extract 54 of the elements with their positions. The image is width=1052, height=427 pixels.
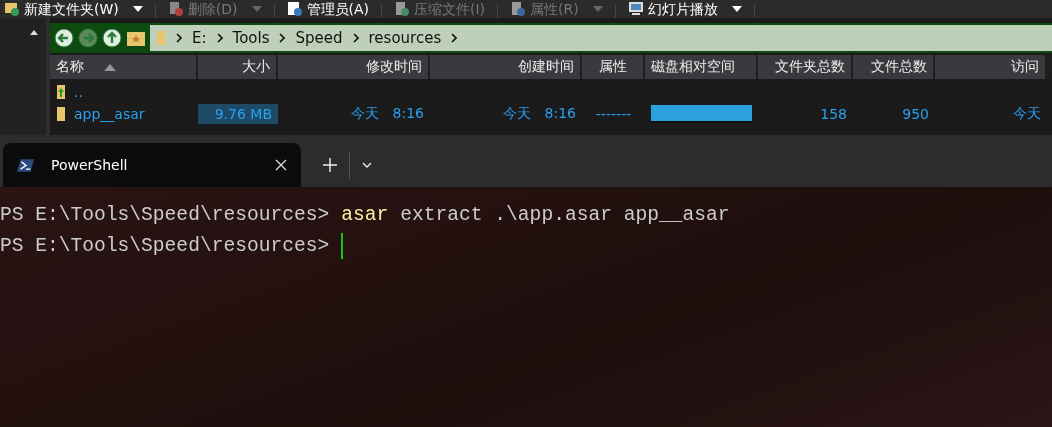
column-header[interactable]: 名称 xyxy=(50,55,198,79)
caret-icon xyxy=(251,6,262,12)
address-field[interactable]: E: Tools Speed resources xyxy=(150,25,1052,51)
command-arguments: extract .\app.asar app__asar xyxy=(400,203,730,226)
column-header[interactable]: 文件夹总数 xyxy=(758,55,853,79)
chevron-icon[interactable] xyxy=(176,33,182,43)
terminal-tab[interactable]: PowerShell xyxy=(3,143,301,187)
scroll-up-icon[interactable] xyxy=(30,30,38,35)
toolbar-button[interactable]: 幻灯片播放 xyxy=(623,0,746,18)
column-header[interactable]: 磁盘相对空间 xyxy=(645,55,758,79)
chevron-icon[interactable] xyxy=(451,33,458,43)
new-tab-icon[interactable] xyxy=(323,158,337,172)
folder-icon xyxy=(156,30,166,46)
close-icon[interactable] xyxy=(275,159,287,171)
column-header[interactable]: 访问 xyxy=(935,55,1047,79)
breadcrumb-item[interactable]: Speed xyxy=(295,29,343,47)
folder-plus-icon xyxy=(4,1,20,17)
column-header[interactable]: 属性 xyxy=(582,55,645,79)
chevron-icon[interactable] xyxy=(216,33,223,43)
file-name[interactable]: app__asar xyxy=(74,106,145,122)
caret-icon xyxy=(132,6,143,12)
powershell-icon xyxy=(17,157,35,173)
chevron-icon[interactable] xyxy=(279,33,286,43)
column-header[interactable]: 文件总数 xyxy=(853,55,935,79)
command-text: asar xyxy=(341,203,389,226)
breadcrumb-item[interactable]: E: xyxy=(192,29,207,47)
table-cell: 158 xyxy=(820,106,847,122)
column-header[interactable]: 创建时间 xyxy=(430,55,582,79)
chevron-down-icon[interactable] xyxy=(362,162,372,168)
caret-icon xyxy=(592,6,603,12)
column-header[interactable]: 大小 xyxy=(198,55,278,79)
up-icon[interactable] xyxy=(102,28,122,48)
table-cell: 今天 xyxy=(1013,105,1041,123)
prompt-text: PS E:\Tools\Speed\resources> xyxy=(0,234,330,257)
folder-up-icon xyxy=(56,84,66,100)
table-cell: 今天 8:16 xyxy=(502,105,576,123)
back-icon[interactable] xyxy=(54,28,74,48)
monitor-icon xyxy=(627,1,644,17)
toolbar-button[interactable]: 管理员(A) xyxy=(282,0,373,18)
column-header[interactable]: 修改时间 xyxy=(278,55,430,79)
breadcrumb-item[interactable]: resources xyxy=(368,29,442,47)
table-cell: 今天 8:16 xyxy=(350,105,424,123)
table-cell: 9.76 MB xyxy=(214,106,272,122)
chevron-icon[interactable] xyxy=(352,33,359,43)
breadcrumb-item[interactable]: Tools xyxy=(232,29,270,47)
toolbar-button[interactable]: 新建文件夹(W) xyxy=(0,0,147,18)
table-cell: ------- xyxy=(595,106,632,122)
prompt-text: PS E:\Tools\Speed\resources> xyxy=(0,203,330,226)
file-name[interactable]: .. xyxy=(74,84,83,100)
tab-title: PowerShell xyxy=(51,157,129,173)
folder-icon xyxy=(56,106,66,122)
table-cell: 950 xyxy=(902,106,929,122)
caret-icon xyxy=(731,6,742,12)
sort-ascending-icon xyxy=(104,63,116,71)
